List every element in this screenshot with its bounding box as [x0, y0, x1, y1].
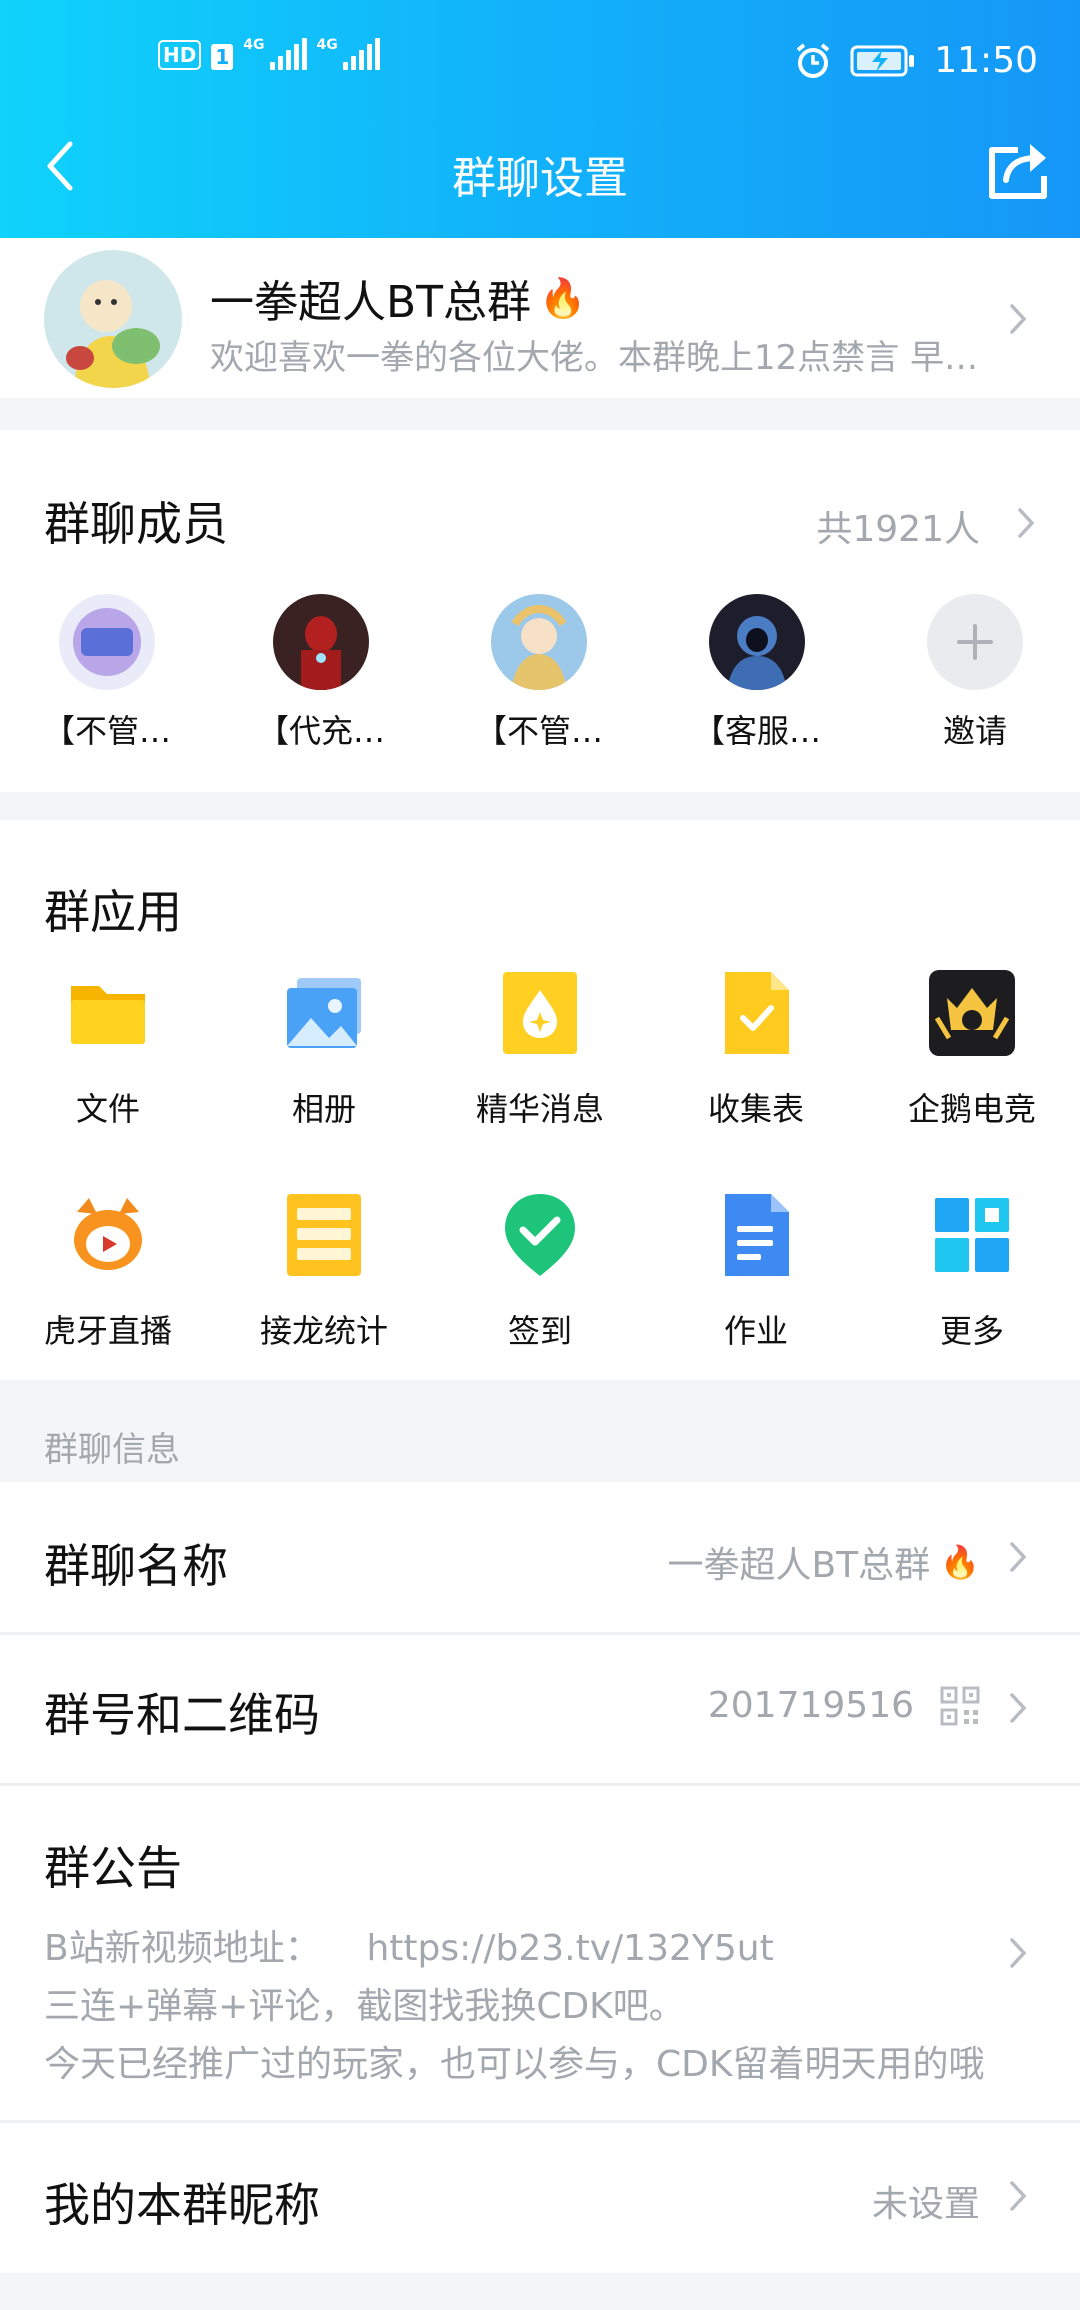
- penguin-esports-icon: [929, 970, 1015, 1056]
- share-icon[interactable]: [984, 136, 1054, 202]
- fire-emoji-icon: 🔥: [940, 1543, 980, 1581]
- essence-message-icon: [503, 972, 577, 1054]
- more-grid-icon: [935, 1198, 1009, 1272]
- notice-line: B站新视频地址： https://b23.tv/132Y5ut: [44, 1928, 774, 1969]
- chevron-right-icon: [1010, 1693, 1027, 1723]
- status-right: 11:50: [794, 40, 1038, 81]
- member-name: 【不管…: [474, 712, 603, 750]
- member-item[interactable]: 【客服…: [672, 594, 842, 752]
- member-avatar: [491, 594, 587, 690]
- group-notice-text: B站新视频地址： https://b23.tv/132Y5ut 三连+弹幕+评论…: [44, 1920, 994, 2094]
- notice-line: 三连+弹幕+评论，截图找我换CDK吧。: [44, 1986, 685, 2027]
- group-name-row[interactable]: 群聊名称 一拳超人BT总群 🔥: [0, 1482, 1080, 1632]
- status-time: 11:50: [934, 40, 1038, 81]
- member-avatar: [59, 594, 155, 690]
- member-name: 【代充…: [256, 712, 385, 750]
- app-label: 相册: [291, 1090, 356, 1128]
- app-label: 精华消息: [475, 1090, 604, 1128]
- network-type-label: 4G: [243, 37, 265, 53]
- collection-form-icon: [725, 972, 789, 1054]
- app-file[interactable]: 文件: [8, 968, 208, 1130]
- app-label: 虎牙直播: [43, 1312, 172, 1350]
- app-homework[interactable]: 作业: [656, 1190, 856, 1352]
- group-number-text: 201719516: [707, 1685, 914, 1726]
- group-apps-card: 群应用 文件 相册 精华消息 收集表 企鹅电竞 虎牙直播 接龙统计 签到 作业 …: [0, 820, 1080, 1380]
- member-item[interactable]: 【不管…: [22, 594, 192, 752]
- group-avatar: [44, 250, 182, 388]
- fire-emoji-icon: 🔥: [539, 275, 587, 320]
- members-title: 群聊成员: [44, 497, 228, 551]
- members-card: 群聊成员 共1921人 【不管… 【代充… 【不管… 【客服… 邀请: [0, 430, 1080, 792]
- apps-title: 群应用: [44, 885, 182, 939]
- header-bar: HD 1 4G 4G 11:50 群聊设置: [0, 0, 1080, 238]
- invite-member-button[interactable]: 邀请: [890, 594, 1060, 752]
- group-name-text: 一拳超人BT总群: [210, 277, 532, 328]
- group-name: 一拳超人BT总群 🔥: [210, 266, 586, 330]
- member-name: 【不管…: [42, 712, 171, 750]
- notice-line: 今天已经推广过的玩家，也可以参与，CDK留着明天用的哦: [44, 2044, 985, 2085]
- signal-icon: 4G: [317, 38, 380, 70]
- group-notice-label: 群公告: [44, 1841, 182, 1895]
- member-item[interactable]: 【不管…: [454, 594, 624, 752]
- app-label: 文件: [75, 1090, 140, 1128]
- relay-stats-icon: [287, 1194, 361, 1276]
- member-item[interactable]: 【代充…: [236, 594, 406, 752]
- member-avatar: [709, 594, 805, 690]
- member-avatar: [273, 594, 369, 690]
- alarm-icon: [796, 42, 830, 78]
- hd-badge: HD: [158, 40, 202, 70]
- chevron-right-icon[interactable]: [1016, 506, 1036, 540]
- photo-album-icon: [287, 978, 361, 1048]
- group-name-label: 群聊名称: [44, 1539, 228, 1593]
- info-section-label: 群聊信息: [44, 1430, 180, 1470]
- app-relay-stats[interactable]: 接龙统计: [224, 1190, 424, 1352]
- group-name-value: 一拳超人BT总群 🔥: [667, 1536, 980, 1588]
- member-name: 【客服…: [692, 712, 821, 750]
- my-nickname-label: 我的本群昵称: [44, 2178, 320, 2232]
- group-description: 欢迎喜欢一拳的各位大佬。本群晚上12点禁言 早上8点解禁: [210, 338, 990, 378]
- status-left: HD 1 4G 4G: [158, 38, 380, 70]
- chevron-right-icon: [1010, 2181, 1027, 2211]
- network-type-label: 4G: [316, 37, 338, 53]
- app-essence[interactable]: 精华消息: [440, 968, 640, 1130]
- app-label: 收集表: [707, 1090, 804, 1128]
- app-huya-live[interactable]: 虎牙直播: [8, 1190, 208, 1352]
- chevron-right-icon: [1010, 304, 1027, 334]
- app-label: 更多: [939, 1312, 1004, 1350]
- sim-badge: 1: [211, 44, 234, 70]
- group-number-row[interactable]: 群号和二维码 201719516: [0, 1635, 1080, 1783]
- group-profile-card[interactable]: 一拳超人BT总群 🔥 欢迎喜欢一拳的各位大佬。本群晚上12点禁言 早上8点解禁: [0, 238, 1080, 398]
- qr-code-icon: [940, 1686, 980, 1725]
- chevron-right-icon: [1010, 1938, 1027, 1968]
- app-more[interactable]: 更多: [872, 1190, 1072, 1352]
- app-album[interactable]: 相册: [224, 968, 424, 1130]
- group-number-value: 201719516: [708, 1685, 980, 1726]
- add-icon: [927, 594, 1023, 690]
- my-nickname-row[interactable]: 我的本群昵称 未设置: [0, 2123, 1080, 2273]
- group-number-label: 群号和二维码: [44, 1688, 320, 1742]
- app-label: 企鹅电竞: [907, 1090, 1036, 1128]
- chevron-right-icon: [1010, 1542, 1027, 1572]
- group-name-value-text: 一拳超人BT总群: [667, 1545, 931, 1586]
- check-in-icon: [505, 1194, 575, 1276]
- huya-live-icon: [65, 1192, 151, 1278]
- app-label: 签到: [507, 1312, 572, 1350]
- app-collection-form[interactable]: 收集表: [656, 968, 856, 1130]
- homework-icon: [725, 1194, 789, 1276]
- battery-charging-icon: [850, 45, 915, 76]
- folder-icon: [71, 986, 145, 1044]
- member-count[interactable]: 共1921人: [816, 500, 980, 552]
- my-nickname-value: 未设置: [871, 2184, 980, 2225]
- app-label: 作业: [723, 1312, 788, 1350]
- page-title: 群聊设置: [452, 153, 628, 204]
- invite-label: 邀请: [942, 712, 1007, 750]
- signal-icon: 4G: [243, 37, 307, 70]
- app-penguin-esports[interactable]: 企鹅电竞: [872, 968, 1072, 1130]
- app-check-in[interactable]: 签到: [440, 1190, 640, 1352]
- app-label: 接龙统计: [259, 1312, 388, 1350]
